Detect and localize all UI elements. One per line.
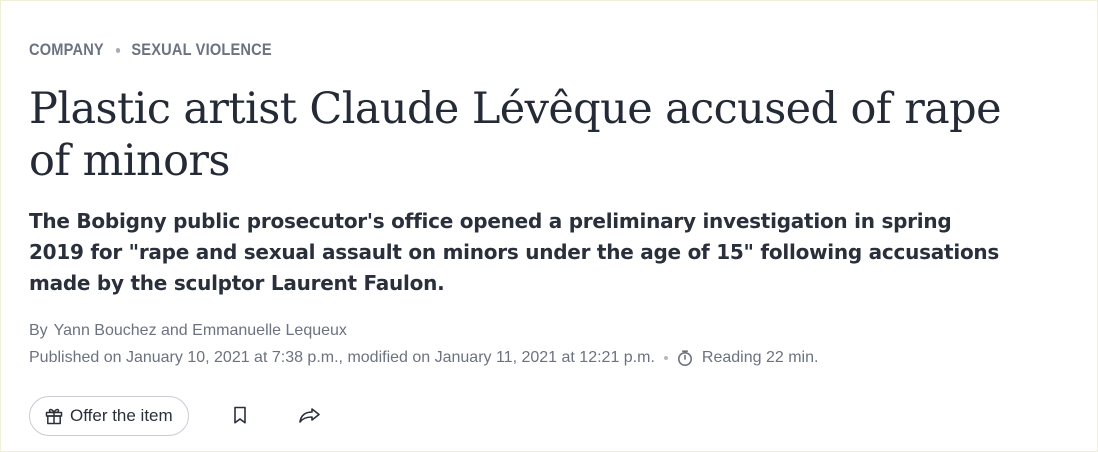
article-actions: Offer the item	[29, 396, 1069, 436]
offer-label: Offer the item	[70, 406, 173, 425]
kicker: Company Sexual violence	[29, 38, 923, 62]
clock-icon	[676, 349, 694, 367]
bookmark-icon	[231, 405, 249, 428]
offer-article-button[interactable]: Offer the item	[29, 396, 189, 436]
gift-icon	[44, 406, 64, 426]
reading-time: Reading 22 min.	[701, 349, 819, 366]
byline: By Yann Bouchez and Emmanuelle Lequeux	[29, 321, 1069, 341]
kicker-section-link[interactable]: Company	[29, 40, 104, 60]
article-title: Plastic artist Claude Lévêque accused of…	[29, 84, 1002, 186]
byline-label: By	[29, 322, 48, 339]
meta-separator	[663, 356, 668, 360]
bookmark-button[interactable]	[225, 401, 255, 431]
kicker-topic-link[interactable]: Sexual violence	[131, 40, 271, 60]
article-header: Company Sexual violence Plastic artist C…	[29, 38, 1069, 436]
kicker-separator	[115, 47, 121, 53]
publication-dates: Published on January 10, 2021 at 7:38 p.…	[29, 349, 655, 366]
author-names[interactable]: Yann Bouchez and Emmanuelle Lequeux	[54, 322, 347, 339]
article-standfirst: The Bobigny public prosecutor's office o…	[29, 209, 1000, 295]
share-button[interactable]	[295, 401, 325, 431]
share-icon	[297, 405, 323, 428]
article-meta: Published on January 10, 2021 at 7:38 p.…	[29, 348, 1069, 368]
